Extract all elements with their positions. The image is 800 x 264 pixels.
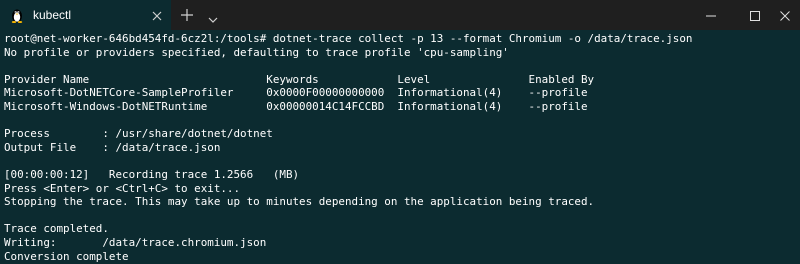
- terminal-output[interactable]: root@net-worker-646bd454fd-6cz2l:/tools#…: [0, 30, 800, 264]
- terminal-line: Microsoft-DotNETCore-SampleProfiler 0x00…: [4, 86, 588, 100]
- terminal-line: [00:00:00:12] Recording trace 1.2566 (MB…: [4, 167, 300, 181]
- terminal-lines: root@net-worker-646bd454fd-6cz2l:/tools#…: [4, 32, 692, 263]
- terminal-line: Trace completed.: [4, 222, 109, 236]
- terminal-line: Output File : /data/trace.json: [4, 140, 221, 154]
- close-icon[interactable]: [779, 9, 791, 21]
- tab-label: kubectl: [33, 8, 72, 22]
- chevron-down-icon[interactable]: [208, 11, 218, 23]
- terminal-line: Conversion complete: [4, 249, 129, 263]
- linux-penguin-icon: [9, 7, 25, 23]
- terminal-line: No profile or providers specified, defau…: [4, 45, 509, 59]
- terminal-line: Writing: /data/trace.chromium.json: [4, 235, 267, 249]
- minimize-icon[interactable]: [705, 9, 717, 21]
- terminal-window: kubectl root@net-worker-646bd454fd-6cz2l…: [0, 0, 800, 264]
- terminal-line: Microsoft-Windows-DotNETRuntime 0x000000…: [4, 99, 588, 113]
- title-bar: kubectl: [0, 0, 800, 30]
- terminal-line: Provider Name Keywords Level Enabled By: [4, 72, 595, 86]
- close-tab-icon[interactable]: [151, 9, 163, 21]
- terminal-line: root@net-worker-646bd454fd-6cz2l:/tools#…: [4, 32, 693, 45]
- terminal-line: Press <Enter> or <Ctrl+C> to exit...: [4, 181, 241, 195]
- tab-kubectl[interactable]: kubectl: [0, 0, 171, 30]
- maximize-icon[interactable]: [749, 9, 761, 21]
- terminal-line: Process : /usr/share/dotnet/dotnet: [4, 127, 273, 141]
- plus-icon[interactable]: [180, 8, 194, 22]
- terminal-line: Stopping the trace. This may take up to …: [4, 195, 595, 209]
